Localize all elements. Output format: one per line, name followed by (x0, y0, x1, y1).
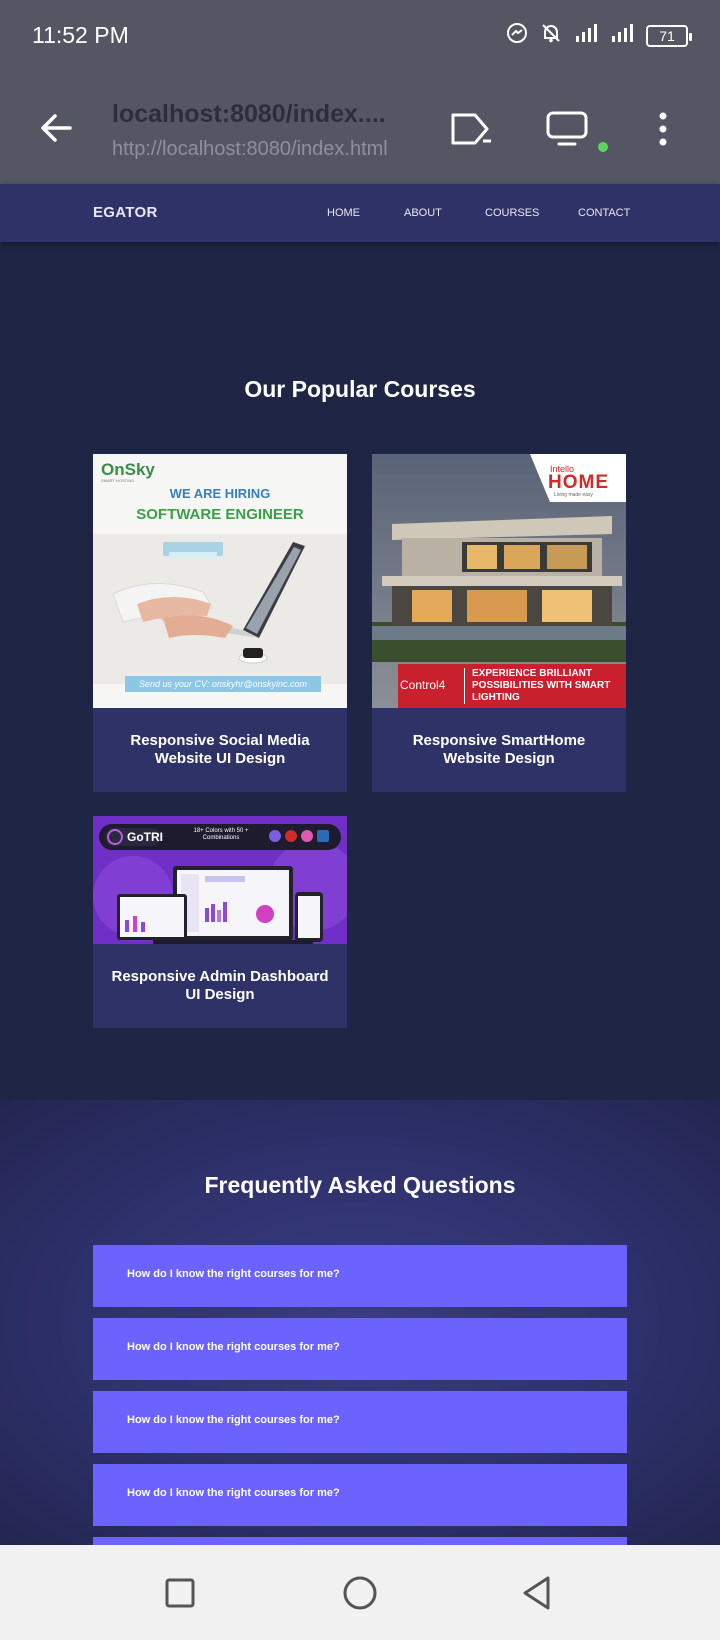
signal-icon (610, 22, 634, 49)
photoshop-icon (317, 830, 329, 842)
intello-home: HOME (548, 472, 609, 493)
back-arrow-icon[interactable] (34, 106, 78, 150)
status-time: 11:52 PM (32, 22, 129, 48)
android-nav-bar (0, 1545, 720, 1640)
course-card[interactable]: OnSky SMART HOSTING WE ARE HIRING SOFTWA… (93, 454, 347, 792)
gotri-badge: GoTRI (105, 828, 163, 846)
course-title[interactable]: Responsive Admin Dashboard UI Design (93, 944, 347, 1028)
control4-logo: Control4 (400, 678, 446, 692)
onsky-logo: OnSky (101, 460, 155, 479)
faq-question[interactable]: How do I know the right courses for me? (127, 1487, 340, 1499)
faq-item[interactable]: How do I know the right courses for me? (93, 1245, 627, 1307)
sass-icon (301, 830, 313, 842)
faq-item[interactable]: How do I know the right courses for me? (93, 1464, 627, 1526)
site-brand[interactable]: EGATOR (93, 204, 158, 221)
messenger-icon (506, 22, 528, 49)
faq-question[interactable]: How do I know the right courses for me? (127, 1268, 340, 1280)
battery-level: 71 (659, 27, 675, 44)
signal-icon (574, 22, 598, 49)
tech-icons (269, 830, 329, 842)
course-title[interactable]: Responsive SmartHome Website Design (372, 708, 626, 792)
faq-item[interactable]: How do I know the right courses for me? (93, 1318, 627, 1380)
banner-divider (464, 668, 465, 704)
faq-heading: Frequently Asked Questions (204, 1172, 516, 1198)
hiring-line1: WE ARE HIRING (169, 486, 271, 501)
course-image-dashboard: GoTRI 18+ Colors with 50 + Combinations (93, 816, 347, 944)
nav-link-courses[interactable]: COURSES (485, 207, 539, 219)
home-circle-icon[interactable] (340, 1573, 380, 1613)
course-image-smarthome: Intello HOME Living made easy Control4 E… (372, 454, 626, 708)
cast-icon[interactable] (448, 106, 494, 152)
intello-sub: Living made easy (554, 492, 593, 498)
gotri-brand: GoTRI (127, 830, 163, 844)
back-triangle-icon[interactable] (518, 1573, 558, 1613)
courses-heading: Our Popular Courses (244, 376, 476, 402)
faq-question[interactable]: How do I know the right courses for me? (127, 1341, 340, 1353)
status-icons: 71 (506, 22, 692, 49)
nav-link-contact[interactable]: CONTACT (578, 207, 630, 219)
url-title[interactable]: localhost:8080/index.... (112, 100, 386, 129)
more-vert-icon[interactable] (640, 106, 686, 152)
hiring-footer: Send us your CV: onskyhr@onskyinc.com (125, 676, 321, 692)
layers-icon (269, 830, 281, 842)
course-card[interactable]: Intello HOME Living made easy Control4 E… (372, 454, 626, 792)
course-image-hiring: OnSky SMART HOSTING WE ARE HIRING SOFTWA… (93, 454, 347, 708)
faq-item-partial[interactable] (93, 1537, 627, 1545)
browser-toolbar: localhost:8080/index.... http://localhos… (0, 72, 720, 184)
gotri-g-icon (107, 829, 123, 845)
battery-icon: 71 (646, 24, 692, 47)
onsky-sub: SMART HOSTING (101, 478, 135, 483)
nav-link-about[interactable]: ABOUT (404, 207, 442, 219)
bell-off-icon (540, 22, 562, 49)
laptop-photo (93, 534, 347, 684)
url-address[interactable]: http://localhost:8080/index.html (112, 138, 388, 161)
site-navbar: EGATOR HOME ABOUT COURSES CONTACT (0, 184, 720, 242)
desktop-icon[interactable] (544, 106, 590, 152)
angular-icon (285, 830, 297, 842)
nav-link-home[interactable]: HOME (327, 207, 360, 219)
recents-square-icon[interactable] (160, 1573, 200, 1613)
hiring-line2: SOFTWARE ENGINEER (136, 506, 304, 523)
faq-question[interactable]: How do I know the right courses for me? (127, 1414, 340, 1426)
faq-item[interactable]: How do I know the right courses for me? (93, 1391, 627, 1453)
status-dot-icon (598, 142, 608, 152)
course-card[interactable]: GoTRI 18+ Colors with 50 + Combinations … (93, 816, 347, 1028)
lighting-banner: Control4 EXPERIENCE BRILLIANT POSSIBILIT… (398, 664, 626, 708)
status-bar: 11:52 PM 71 (0, 0, 720, 72)
course-title[interactable]: Responsive Social Media Website UI Desig… (93, 708, 347, 792)
gotri-tagline: 18+ Colors with 50 + Combinations (193, 828, 249, 841)
banner-text: EXPERIENCE BRILLIANT POSSIBILITIES WITH … (472, 668, 611, 703)
